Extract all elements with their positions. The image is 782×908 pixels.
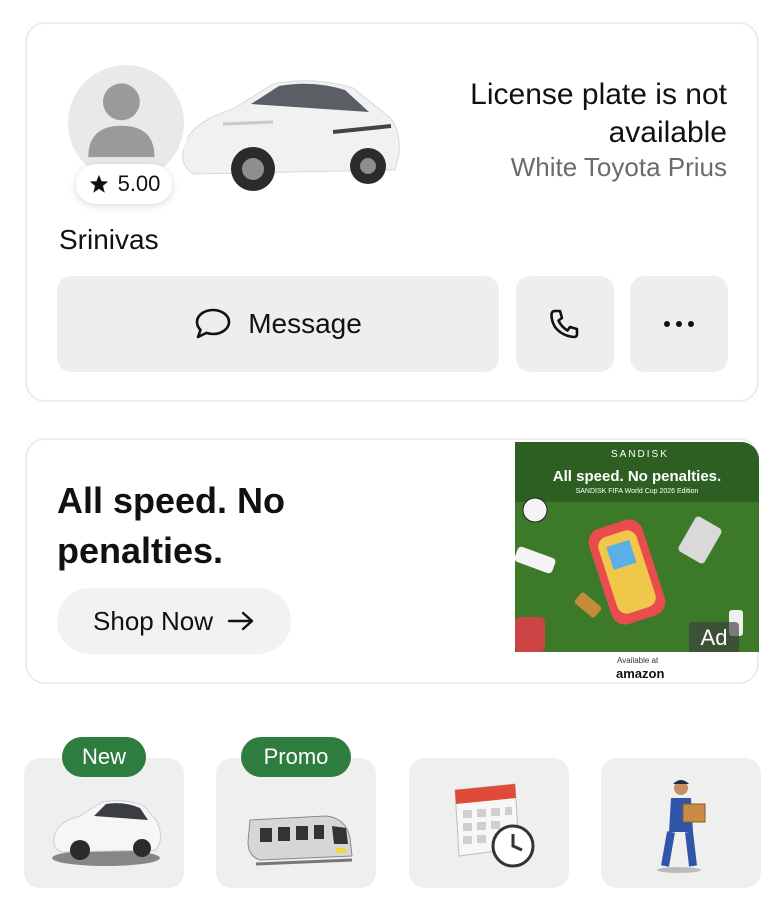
rating-badge: 5.00 (76, 164, 172, 204)
car-icon (52, 800, 161, 866)
ad-image-title: All speed. No penalties. (552, 468, 722, 485)
ad-image-subtitle: SANDISK FIFA World Cup 2026 Edition (575, 488, 699, 495)
promo-tag: Promo (241, 737, 351, 777)
call-button[interactable] (516, 276, 614, 372)
ad-headline: All speed. No penalties. (57, 480, 286, 571)
new-tag: New (62, 737, 146, 777)
rating-value: 5.00 (117, 171, 161, 196)
service-tile-courier[interactable] (601, 758, 761, 888)
service-tile-train[interactable] (216, 758, 376, 888)
license-plate-status: License plate is not available (470, 78, 727, 149)
arrow-right-icon (227, 611, 254, 631)
driver-card: 5.00 Srinivas License plate is not avail… (25, 22, 759, 402)
car-image (182, 80, 400, 191)
calendar-clock-icon (454, 783, 535, 868)
available-at-text: Available at (617, 656, 659, 665)
service-tile-reserve[interactable] (409, 758, 569, 888)
message-button[interactable]: Message (57, 276, 499, 372)
courier-icon (657, 780, 706, 873)
message-label: Message (248, 308, 362, 339)
ad-brand: SANDISK (611, 449, 669, 460)
train-icon (247, 815, 353, 866)
shop-now-button[interactable]: Shop Now (57, 588, 291, 654)
phone-icon (550, 309, 579, 339)
chat-bubble-icon (195, 308, 231, 339)
car-description: White Toyota Prius (510, 152, 727, 182)
star-icon (89, 174, 108, 193)
ad-image[interactable]: SANDISK All speed. No penalties. SANDISK… (515, 442, 759, 652)
more-horizontal-icon (664, 321, 694, 327)
driver-name: Srinivas (59, 224, 159, 255)
more-options-button[interactable] (630, 276, 728, 372)
ad-label: Ad (689, 622, 739, 652)
shop-now-label: Shop Now (93, 605, 213, 636)
retailer-logo: amazon (616, 666, 665, 681)
ad-card[interactable]: All speed. No penalties. Shop Now SANDIS… (25, 438, 759, 684)
service-tile-car[interactable] (24, 758, 184, 888)
